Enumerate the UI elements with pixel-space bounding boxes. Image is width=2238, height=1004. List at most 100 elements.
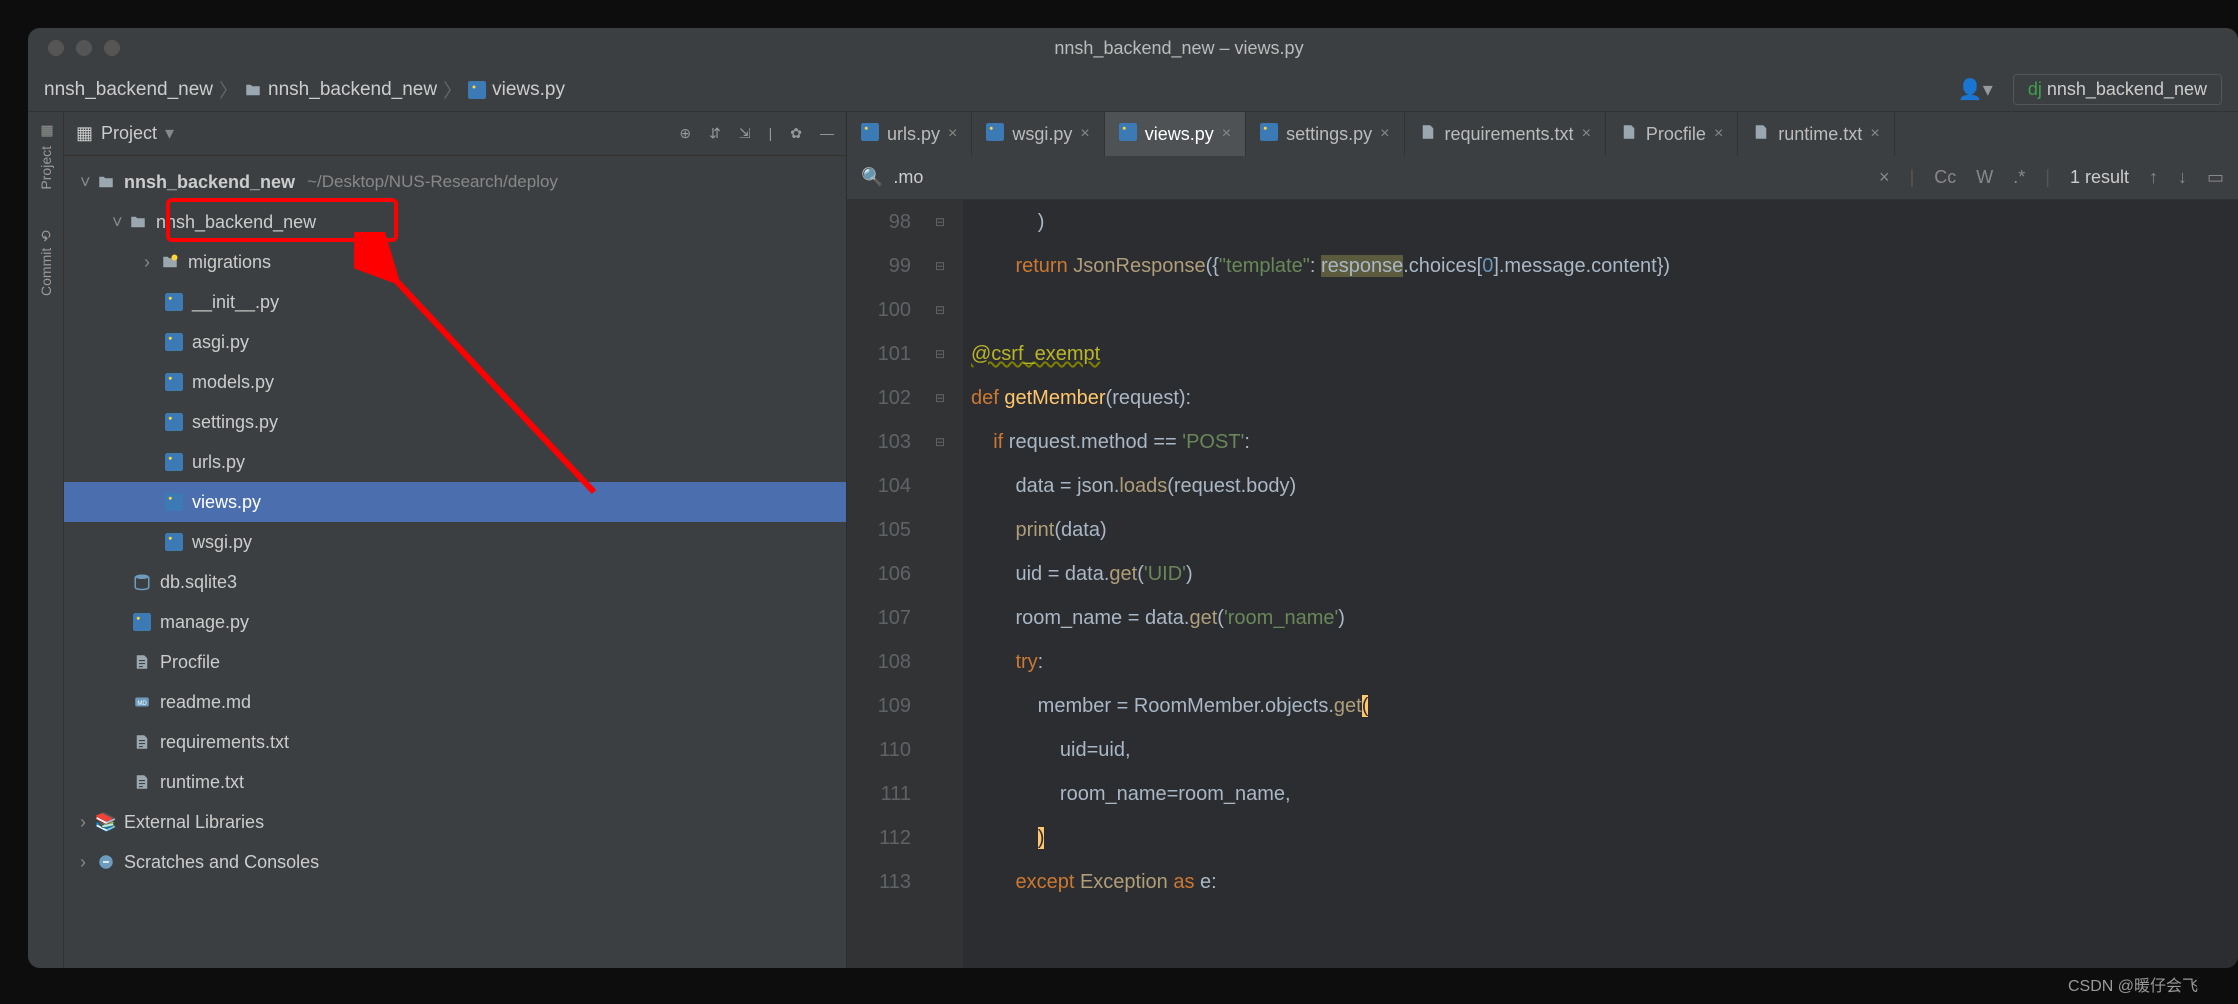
project-sidebar: ▦ Project ▾ ⊕ ⇵ ⇲ | ✿ — ˅ nnsh_backend_n… xyxy=(64,112,847,968)
locate-icon[interactable]: ⊕ xyxy=(679,125,691,142)
window-controls[interactable] xyxy=(48,40,120,56)
tree-file[interactable]: settings.py xyxy=(64,402,846,442)
python-file-icon xyxy=(164,332,184,352)
chevron-down-icon[interactable]: ˅ xyxy=(112,212,128,233)
next-match-icon[interactable]: ↓ xyxy=(2178,167,2187,188)
sidebar-title: Project xyxy=(101,123,157,144)
text-file-icon xyxy=(132,732,152,752)
tree-folder-inner[interactable]: ˅ nnsh_backend_new xyxy=(64,202,846,242)
regex-toggle[interactable]: .* xyxy=(2013,167,2025,188)
tree-external-libs[interactable]: ›📚External Libraries xyxy=(64,802,846,842)
editor-tab[interactable]: Procfile× xyxy=(1606,112,1738,156)
separator: | xyxy=(769,125,773,142)
line-numbers: 9899100101102103104105106107108109110111… xyxy=(847,200,935,968)
tree-file[interactable]: __init__.py xyxy=(64,282,846,322)
python-file-icon xyxy=(164,412,184,432)
whole-word-toggle[interactable]: W xyxy=(1976,167,1993,188)
dropdown-icon[interactable]: ▾ xyxy=(165,123,174,144)
settings-icon[interactable]: ✿ xyxy=(790,125,802,142)
library-icon: 📚 xyxy=(96,812,116,832)
python-file-icon xyxy=(164,452,184,472)
tree-file[interactable]: MDreadme.md xyxy=(64,682,846,722)
tree-scratches[interactable]: ›Scratches and Consoles xyxy=(64,842,846,882)
titlebar: nnsh_backend_new – views.py xyxy=(28,28,2238,68)
code-body[interactable]: ) return JsonResponse({"template": respo… xyxy=(963,200,2238,968)
python-file-icon xyxy=(986,123,1004,146)
fold-gutter[interactable]: ⊟⊟⊟⊟⊟⊟ xyxy=(935,200,963,968)
tree-file[interactable]: runtime.txt xyxy=(64,762,846,802)
expand-icon[interactable]: ⇵ xyxy=(709,125,721,142)
text-file-icon xyxy=(1620,123,1638,146)
chevron-right-icon[interactable]: › xyxy=(144,252,160,273)
search-icon: 🔍 xyxy=(861,167,883,188)
tree-file[interactable]: db.sqlite3 xyxy=(64,562,846,602)
minimize-icon[interactable] xyxy=(76,40,92,56)
close-icon[interactable] xyxy=(48,40,64,56)
text-file-icon xyxy=(132,652,152,672)
editor-tabs: urls.py×wsgi.py×views.py×settings.py×req… xyxy=(847,112,2238,156)
tree-file[interactable]: requirements.txt xyxy=(64,722,846,762)
folder-icon xyxy=(96,172,116,192)
chevron-right-icon[interactable]: › xyxy=(80,852,96,873)
tab-label: settings.py xyxy=(1286,124,1372,145)
folder-icon xyxy=(128,212,148,232)
close-search-icon[interactable]: × xyxy=(1879,167,1890,188)
editor-tab[interactable]: requirements.txt × xyxy=(1405,112,1606,156)
breadcrumb-item[interactable]: nnsh_backend_new xyxy=(44,79,213,101)
navigation-bar: nnsh_backend_new 〉 nnsh_backend_new 〉 vi… xyxy=(28,68,2238,112)
breadcrumb-item[interactable]: views.py xyxy=(492,79,565,101)
tree-file[interactable]: Procfile xyxy=(64,642,846,682)
chevron-right-icon[interactable]: › xyxy=(80,812,96,833)
scratch-icon xyxy=(96,852,116,872)
python-file-icon xyxy=(164,372,184,392)
close-tab-icon[interactable]: × xyxy=(1380,125,1389,143)
zoom-icon[interactable] xyxy=(104,40,120,56)
editor-tab[interactable]: settings.py × xyxy=(1246,112,1404,156)
chevron-down-icon[interactable]: ˅ xyxy=(80,172,96,193)
tree-file[interactable]: urls.py xyxy=(64,442,846,482)
python-file-icon xyxy=(1260,123,1278,146)
tree-file[interactable]: models.py xyxy=(64,362,846,402)
window-title: nnsh_backend_new – views.py xyxy=(120,38,2238,59)
close-tab-icon[interactable]: × xyxy=(1080,125,1089,143)
close-tab-icon[interactable]: × xyxy=(1582,125,1591,143)
editor-tab[interactable]: wsgi.py × xyxy=(972,112,1104,156)
tree-folder-migrations[interactable]: › migrations xyxy=(64,242,846,282)
separator: | xyxy=(2045,167,2050,188)
match-case-toggle[interactable]: Cc xyxy=(1934,167,1956,188)
search-input[interactable] xyxy=(893,167,1013,188)
breadcrumb[interactable]: nnsh_backend_new 〉 nnsh_backend_new 〉 vi… xyxy=(44,76,565,103)
close-tab-icon[interactable]: × xyxy=(948,125,957,143)
run-configuration[interactable]: dj nnsh_backend_new xyxy=(2013,74,2222,105)
tree-file[interactable]: wsgi.py xyxy=(64,522,846,562)
python-package-icon xyxy=(160,252,180,272)
breadcrumb-item[interactable]: nnsh_backend_new xyxy=(268,79,437,101)
tree-root[interactable]: ˅ nnsh_backend_new ~/Desktop/NUS-Researc… xyxy=(64,162,846,202)
close-tab-icon[interactable]: × xyxy=(1714,125,1723,143)
editor-tab[interactable]: urls.py× xyxy=(847,112,972,156)
close-tab-icon[interactable]: × xyxy=(1222,125,1231,143)
tree-file[interactable]: asgi.py xyxy=(64,322,846,362)
prev-match-icon[interactable]: ↑ xyxy=(2149,167,2158,188)
code-area[interactable]: 9899100101102103104105106107108109110111… xyxy=(847,200,2238,968)
chevron-right-icon: 〉 xyxy=(443,76,462,103)
commit-tool[interactable]: Commit ⟲ xyxy=(38,230,54,296)
tab-label: requirements.txt xyxy=(1445,124,1574,145)
hide-icon[interactable]: — xyxy=(820,125,834,142)
user-icon[interactable]: 👤▾ xyxy=(1958,77,1993,102)
select-all-icon[interactable]: ▭ xyxy=(2207,167,2224,188)
search-result-count: 1 result xyxy=(2070,167,2129,188)
chevron-right-icon: 〉 xyxy=(219,76,238,103)
collapse-icon[interactable]: ⇲ xyxy=(739,125,751,142)
editor-tab[interactable]: views.py× xyxy=(1105,112,1246,156)
tab-label: runtime.txt xyxy=(1778,124,1862,145)
file-tree[interactable]: ˅ nnsh_backend_new ~/Desktop/NUS-Researc… xyxy=(64,156,846,968)
project-tool[interactable]: Project ▦ xyxy=(38,124,54,190)
code-editor: urls.py×wsgi.py×views.py×settings.py×req… xyxy=(847,112,2238,968)
editor-tab[interactable]: runtime.txt × xyxy=(1738,112,1894,156)
close-tab-icon[interactable]: × xyxy=(1870,125,1879,143)
tree-file-selected[interactable]: views.py xyxy=(64,482,846,522)
text-file-icon xyxy=(1419,123,1437,146)
tab-label: wsgi.py xyxy=(1012,124,1072,145)
tree-file[interactable]: manage.py xyxy=(64,602,846,642)
